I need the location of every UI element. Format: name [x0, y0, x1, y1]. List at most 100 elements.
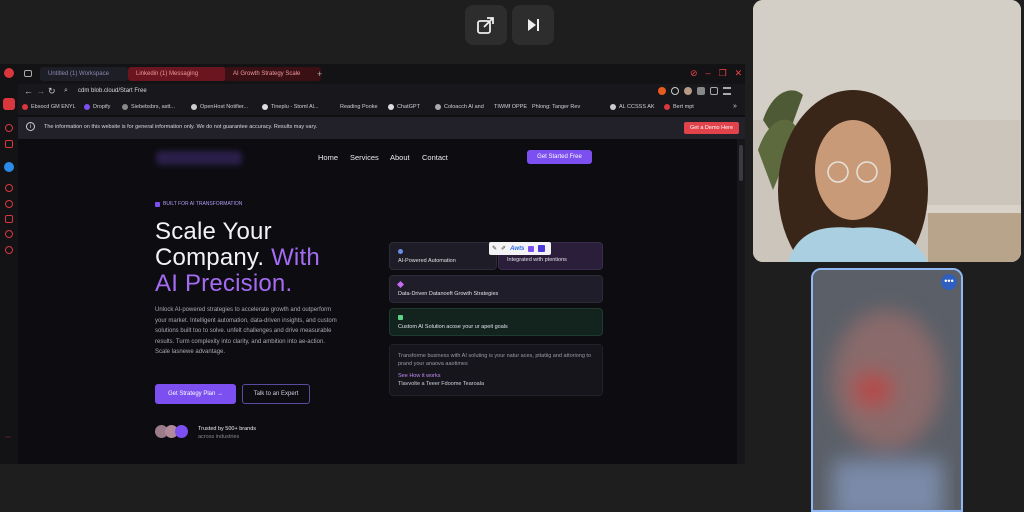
browser-window: Untitled (1) Workspace Linkedin (1) Mess…	[0, 64, 745, 464]
app-icon[interactable]	[538, 245, 546, 252]
bookmark-item[interactable]: Bert mpt	[664, 104, 694, 110]
avatar-more-icon	[175, 425, 188, 438]
tab-linkedin[interactable]: Linkedin (1) Messaging	[128, 67, 226, 81]
extension-orange-icon[interactable]	[658, 87, 666, 95]
tab-bar: Untitled (1) Workspace Linkedin (1) Mess…	[0, 64, 745, 84]
skip-next-icon	[528, 19, 539, 31]
target-icon[interactable]	[5, 246, 13, 254]
bookmark-item[interactable]: TIWMf OPPE	[494, 104, 527, 110]
scrollbar[interactable]	[737, 139, 745, 464]
participant-video-main[interactable]	[753, 0, 1021, 262]
tab-ai-growth[interactable]: AI Growth Strategy Scale	[225, 67, 321, 81]
bookmark-item[interactable]: Ebsocd GM ENYL	[22, 104, 76, 110]
pen-icon[interactable]: ✐	[501, 245, 506, 252]
card-growth-strategies[interactable]: Data-Driven Datanoeft Growth Strategies	[389, 275, 603, 303]
back-icon[interactable]: ←	[24, 86, 33, 96]
card-custom-ai[interactable]: Custom AI Solution acose your ur apeit g…	[389, 308, 603, 336]
tab-add-icon[interactable]: +	[317, 69, 322, 79]
url-input[interactable]: cdm blob.cloud/Start Free	[78, 88, 147, 94]
participant-video-self[interactable]: •••	[811, 268, 963, 512]
scrollbar-thumb[interactable]	[739, 145, 743, 181]
extension-puzzle-icon[interactable]	[697, 87, 705, 95]
more-options-button[interactable]: •••	[941, 274, 957, 290]
nav-about[interactable]: About	[390, 153, 410, 162]
card-transform[interactable]: Transforme business with AI soluting is …	[389, 344, 603, 396]
clock-icon[interactable]	[5, 230, 13, 238]
headline-line-1: Scale Your	[155, 218, 272, 245]
popout-icon	[477, 17, 494, 34]
more-options-icon: •••	[944, 276, 954, 286]
info-text: The information on this website is for g…	[44, 124, 318, 130]
bookmark-item[interactable]: ChatGPT	[388, 104, 420, 110]
messenger-icon[interactable]	[3, 98, 15, 110]
rocket-icon	[396, 280, 405, 289]
minimize-icon[interactable]: –	[706, 68, 711, 79]
transform-text: Transforme business with AI soluting is …	[398, 353, 592, 367]
headline-line-2: Company. With	[155, 244, 320, 271]
hero-body: Unlock AI-powered strategies to accelera…	[155, 307, 337, 355]
wallet-icon[interactable]	[5, 140, 13, 148]
bookmark-item[interactable]: Dropify	[84, 104, 110, 110]
info-banner: i The information on this website is for…	[18, 117, 745, 139]
check-icon	[398, 315, 403, 320]
history-icon[interactable]	[5, 124, 13, 132]
profile-avatar[interactable]	[684, 87, 692, 95]
twitter-icon[interactable]	[4, 162, 14, 172]
bookmark-item[interactable]: Reading Pooke	[340, 104, 378, 110]
alert-icon[interactable]: ⊘	[690, 68, 698, 79]
get-started-button[interactable]: Get Started Free	[527, 150, 592, 164]
strategy-plan-button[interactable]: Get Strategy Plan →	[155, 384, 236, 404]
sidebar-more-icon[interactable]: ⋯	[5, 434, 11, 441]
extension-shield-icon[interactable]	[671, 87, 679, 95]
trusted-text: Trusted by 500+ brands across industries	[198, 426, 257, 440]
see-how-link[interactable]: See How it works	[398, 373, 594, 379]
nav-contact[interactable]: Contact	[422, 153, 448, 162]
web-page: Home Services About Contact Get Started …	[18, 139, 737, 464]
bookmark-item[interactable]: Phlong: Tanger Rev	[532, 104, 580, 110]
info-icon: i	[26, 122, 35, 131]
talk-expert-button[interactable]: Talk to an Expert	[242, 384, 310, 404]
popup-label: Awts	[510, 245, 525, 252]
bot-icon	[398, 249, 403, 254]
bookmarks-bar: Ebsocd GM ENYL Dropify Siebebsbrs, astt.…	[18, 100, 745, 115]
tabs-icon[interactable]	[24, 70, 32, 77]
spark-icon	[155, 201, 160, 207]
skip-next-button[interactable]	[512, 5, 554, 45]
bookmark-item[interactable]: Tineplu - Stoml Al...	[262, 104, 318, 110]
demo-button[interactable]: Get a Demo Here	[684, 122, 739, 134]
bookmark-item[interactable]: AL CCSSS AK	[610, 104, 655, 110]
briefcase-icon[interactable]	[5, 215, 13, 223]
settings-icon[interactable]	[5, 200, 13, 208]
bookmark-item[interactable]: Siebebsbrs, astt...	[122, 104, 175, 110]
site-logo[interactable]	[156, 151, 242, 165]
heart-icon[interactable]	[5, 184, 13, 192]
browser-sidebar: ⋯	[0, 84, 18, 464]
popout-button[interactable]	[465, 5, 507, 45]
search-icon: ⌕	[64, 87, 68, 94]
menu-icon[interactable]	[723, 87, 731, 95]
browser-logo-icon[interactable]	[4, 68, 14, 78]
tab-workspace[interactable]: Untitled (1) Workspace	[40, 67, 128, 81]
bookmark-item[interactable]: OpenHost Notifier...	[191, 104, 248, 110]
reload-icon[interactable]: ↻	[48, 86, 56, 97]
badge: BUILT FOR AI TRANSFORMATION	[155, 201, 242, 207]
bookmarks-overflow-icon[interactable]: »	[733, 103, 737, 110]
comment-icon[interactable]: ✎	[492, 245, 497, 252]
blurred-video-image	[813, 270, 961, 510]
headline-line-3: AI Precision.	[155, 270, 293, 297]
bookmark-item[interactable]: Coloacch Al and	[435, 104, 484, 110]
participant-video-image	[753, 0, 1021, 262]
lock-icon[interactable]	[528, 245, 535, 252]
address-bar-row: ← → ↻ ⌕ cdm blob.cloud/Start Free	[18, 84, 745, 100]
card-ai-automation[interactable]: AI-Powered Automation	[389, 242, 497, 270]
forward-icon[interactable]: →	[36, 86, 45, 96]
editor-popup[interactable]: ✎ ✐ Awts	[489, 242, 551, 255]
nav-home[interactable]: Home	[318, 153, 338, 162]
restore-icon[interactable]: ❐	[719, 68, 727, 79]
download-icon[interactable]	[710, 87, 718, 95]
extension-icons	[658, 87, 731, 95]
transform-sub: Tlavvolte a Teeer Fdoome Tearoala	[398, 381, 485, 387]
nav-services[interactable]: Services	[350, 153, 379, 162]
trusted-avatars	[155, 425, 188, 438]
close-icon[interactable]: ✕	[735, 68, 743, 79]
